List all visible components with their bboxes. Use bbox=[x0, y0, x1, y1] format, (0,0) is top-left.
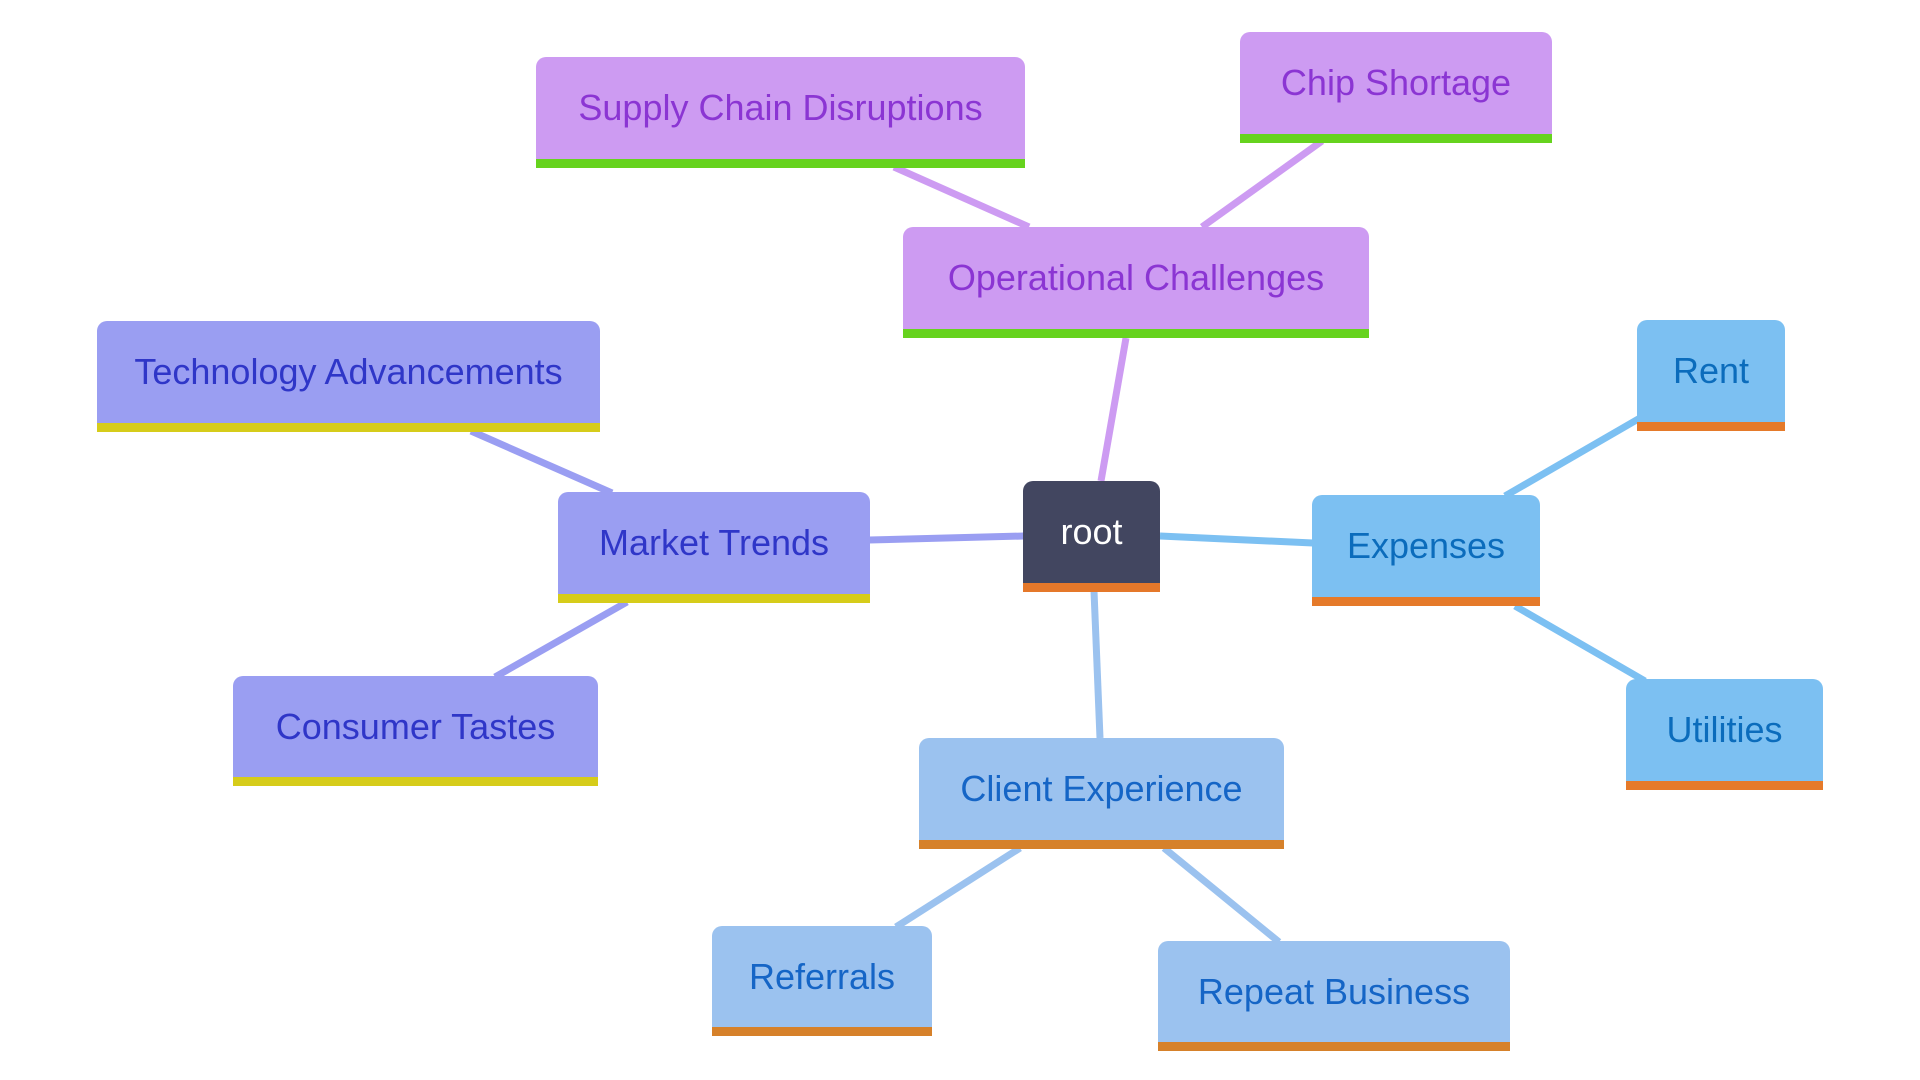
node-underline bbox=[558, 594, 870, 603]
node-underline bbox=[919, 840, 1284, 849]
edge-root-market bbox=[868, 532, 1025, 544]
node-root[interactable]: root bbox=[1023, 481, 1160, 592]
node-label: Expenses bbox=[1346, 525, 1506, 566]
node-underline bbox=[1240, 134, 1552, 143]
node-label: Supply Chain Disruptions bbox=[578, 87, 983, 128]
node-label: Rent bbox=[1672, 350, 1750, 391]
node-rent[interactable]: Rent bbox=[1637, 320, 1785, 431]
node-client-experience[interactable]: Client Experience bbox=[919, 738, 1284, 849]
node-label: Chip Shortage bbox=[1280, 62, 1512, 103]
node-underline bbox=[1023, 583, 1160, 592]
edge-market-tech bbox=[469, 427, 614, 497]
node-underline bbox=[1312, 597, 1540, 606]
edge-root-operational bbox=[1097, 337, 1130, 482]
node-underline bbox=[1637, 422, 1785, 431]
node-label: Referrals bbox=[748, 955, 896, 997]
node-underline bbox=[903, 329, 1369, 338]
edge-root-expenses bbox=[1159, 532, 1314, 547]
node-utilities[interactable]: Utilities bbox=[1626, 679, 1823, 790]
node-underline bbox=[1626, 781, 1823, 790]
node-label: root bbox=[1060, 511, 1123, 552]
node-underline bbox=[233, 777, 598, 786]
edge-operational-supply bbox=[892, 163, 1031, 231]
node-chip-shortage[interactable]: Chip Shortage bbox=[1240, 32, 1552, 143]
node-technology-advancements[interactable]: Technology Advancements bbox=[97, 321, 600, 432]
node-operational-challenges[interactable]: Operational Challenges bbox=[903, 227, 1369, 338]
edge-root-client bbox=[1090, 590, 1104, 739]
node-repeat-business[interactable]: Repeat Business bbox=[1158, 941, 1510, 1051]
node-expenses[interactable]: Expenses bbox=[1312, 495, 1540, 606]
node-underline bbox=[712, 1027, 932, 1036]
node-underline bbox=[1158, 1042, 1510, 1051]
node-referrals[interactable]: Referrals bbox=[712, 926, 932, 1036]
edge-expenses-rent bbox=[1503, 414, 1642, 500]
node-label: Consumer Tastes bbox=[275, 705, 556, 747]
node-label: Client Experience bbox=[960, 768, 1243, 809]
edge-market-consumer bbox=[493, 598, 629, 681]
node-underline bbox=[97, 423, 600, 432]
node-label: Repeat Business bbox=[1197, 970, 1471, 1012]
edge-client-referrals bbox=[894, 845, 1022, 930]
node-underline bbox=[536, 159, 1025, 168]
node-label: Market Trends bbox=[598, 522, 830, 563]
node-label: Operational Challenges bbox=[947, 257, 1325, 298]
node-label: Technology Advancements bbox=[134, 351, 563, 392]
edge-expenses-utilities bbox=[1513, 602, 1647, 685]
edge-client-repeat bbox=[1161, 845, 1282, 945]
node-market-trends[interactable]: Market Trends bbox=[558, 492, 870, 603]
node-supply-chain-disruptions[interactable]: Supply Chain Disruptions bbox=[536, 57, 1025, 168]
node-consumer-tastes[interactable]: Consumer Tastes bbox=[233, 676, 598, 786]
edge-operational-chip bbox=[1199, 138, 1325, 230]
node-label: Utilities bbox=[1666, 709, 1783, 750]
